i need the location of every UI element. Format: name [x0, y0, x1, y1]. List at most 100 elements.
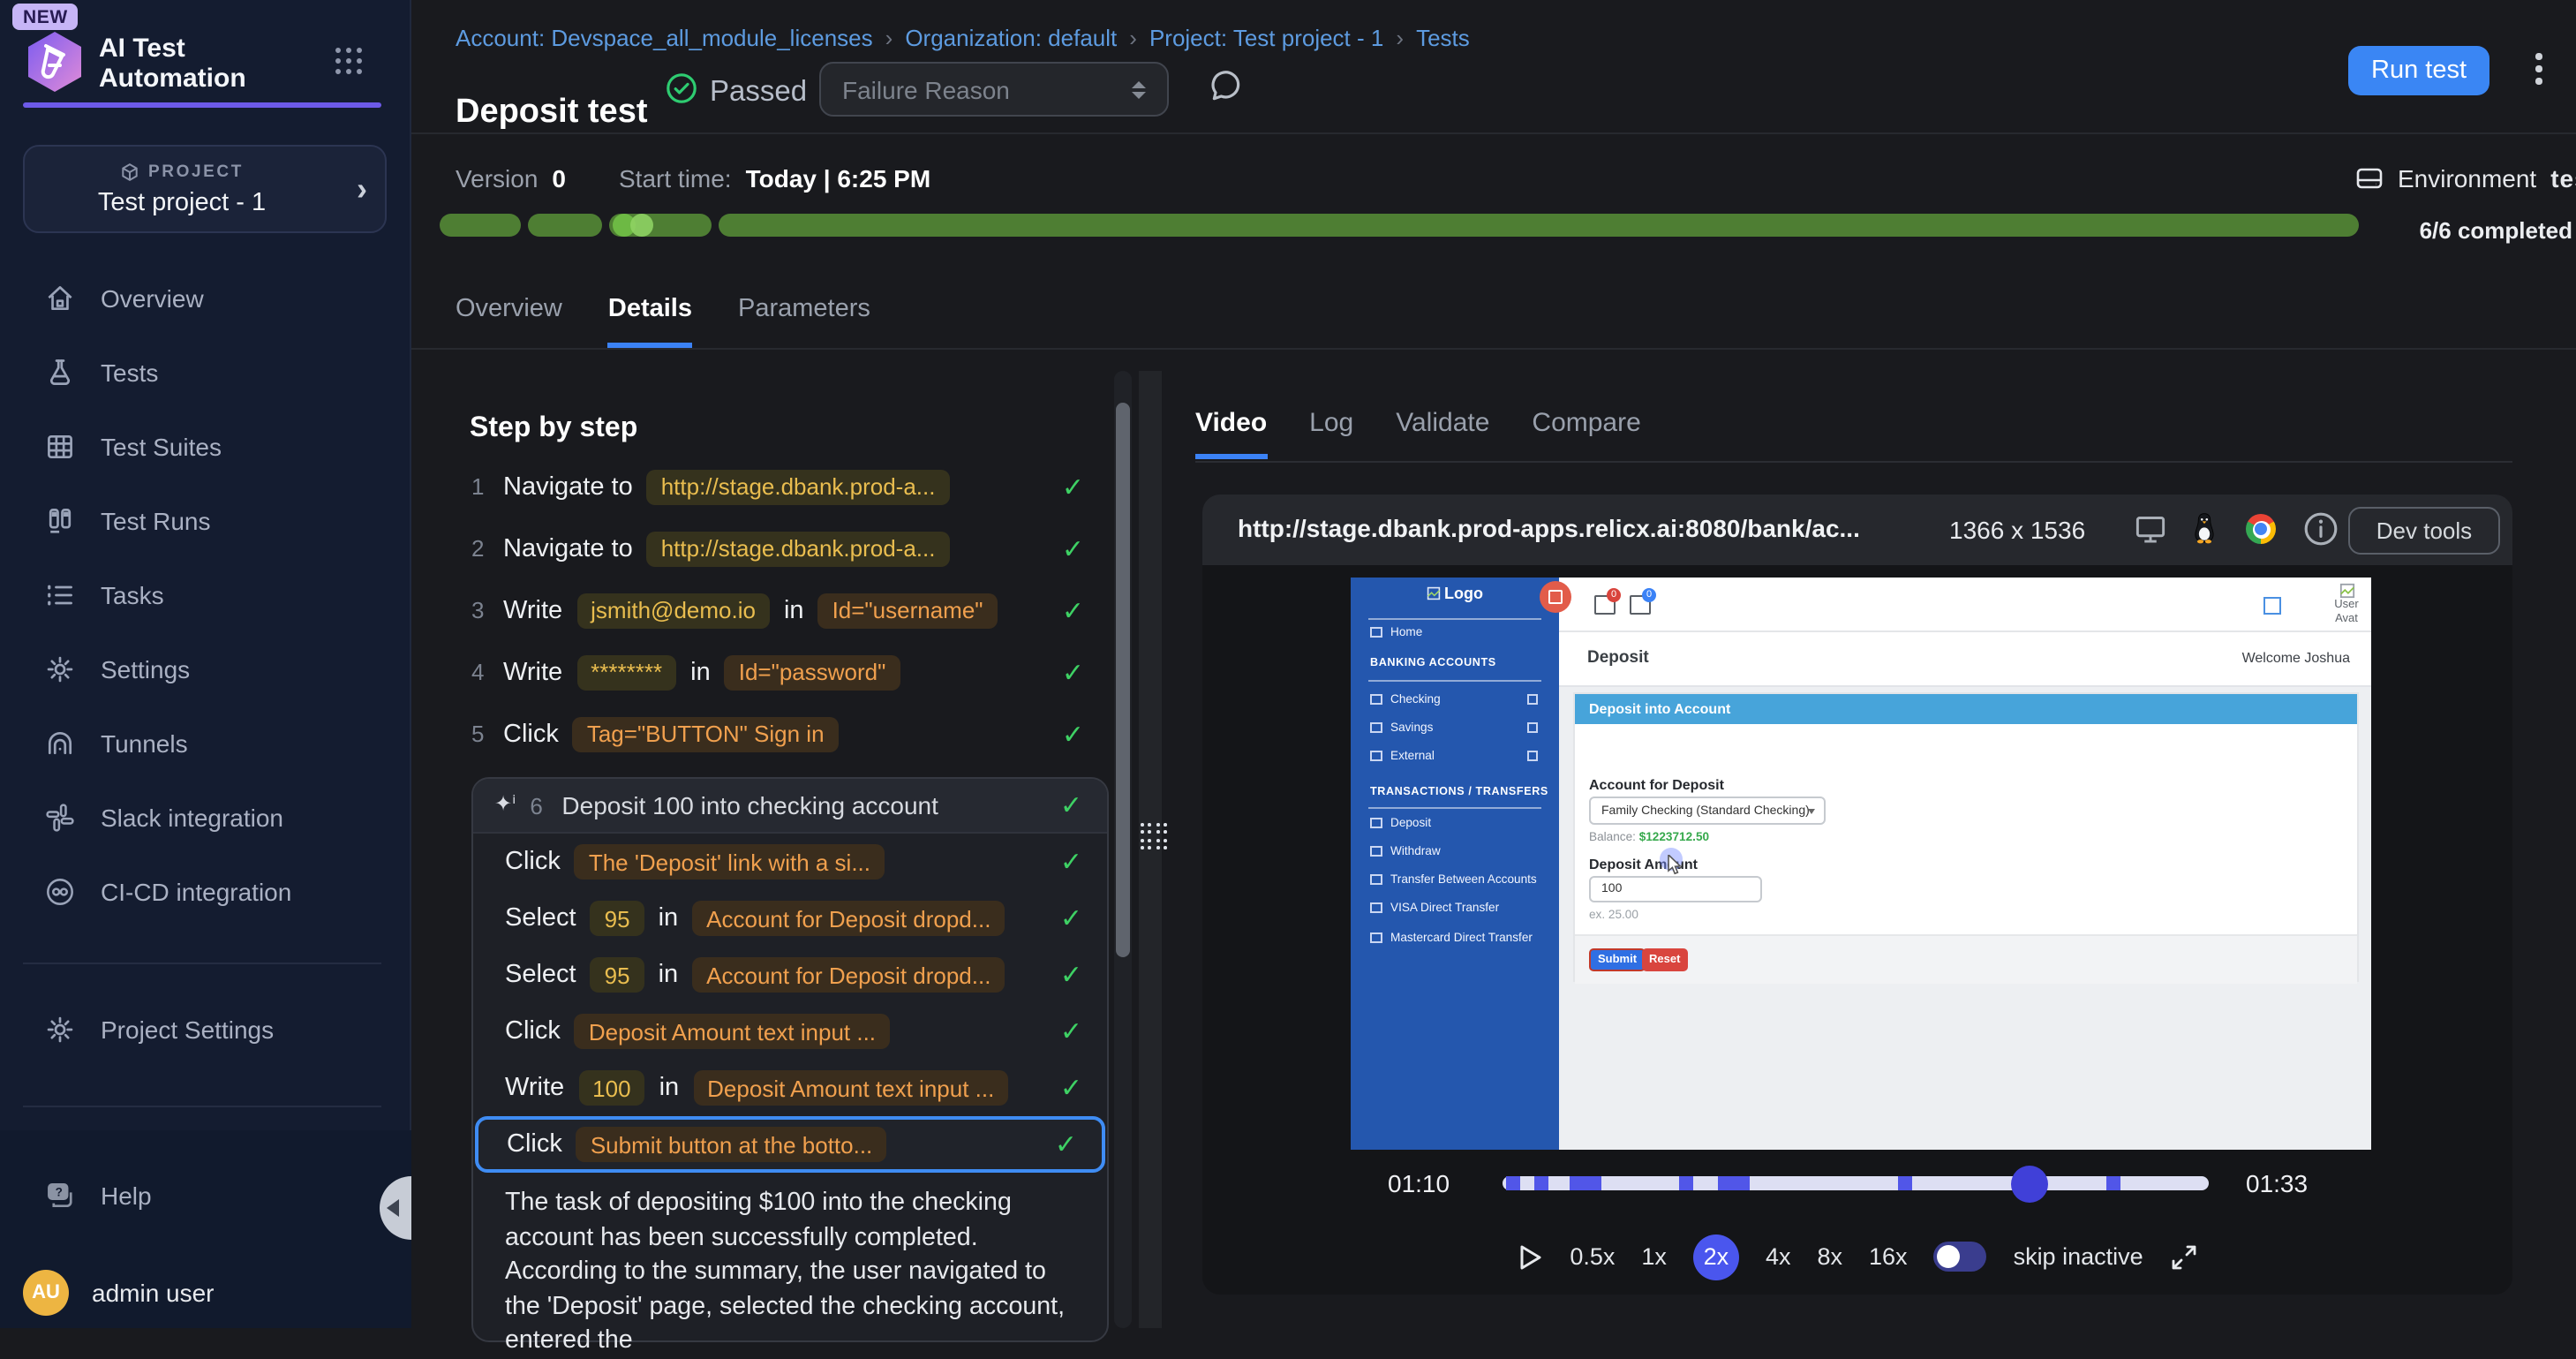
failure-reason-select[interactable]: Failure Reason	[819, 62, 1169, 117]
substep-row[interactable]: Write 100 in Deposit Amount text input .…	[473, 1060, 1107, 1116]
step-value-badge: jsmith@demo.io	[576, 593, 770, 628]
video-timeline-track[interactable]	[1503, 1176, 2209, 1190]
project-selector[interactable]: PROJECT Test project - 1 ›	[23, 145, 387, 233]
sidebar-item-settings[interactable]: Settings	[0, 632, 411, 706]
step-row[interactable]: 5 Click Tag="BUTTON" Sign in ✓	[471, 703, 1109, 765]
dev-tools-button[interactable]: Dev tools	[2348, 506, 2500, 554]
step-row[interactable]: 1 Navigate to http://stage.dbank.prod-a.…	[471, 456, 1109, 517]
timeline-marker	[1534, 1176, 1548, 1190]
reset-button[interactable]: Reset	[1642, 948, 1687, 971]
run-test-button[interactable]: Run test	[2348, 46, 2489, 95]
speed-2x-active[interactable]: 2x	[1693, 1234, 1739, 1280]
tab-overview[interactable]: Overview	[456, 295, 562, 348]
deposit-panel: Deposit into Account Account for Deposit…	[1573, 692, 2359, 982]
bank-nav-mastercard-transfer[interactable]: Mastercard Direct Transfer	[1351, 929, 1559, 947]
info-icon[interactable]	[2302, 510, 2339, 547]
panel-resize-handle[interactable]	[1141, 823, 1167, 849]
deposit-amount-input[interactable]: 100	[1589, 876, 1762, 902]
speed-0.5x[interactable]: 0.5x	[1570, 1243, 1615, 1270]
bank-nav-withdraw[interactable]: Withdraw	[1351, 842, 1559, 860]
chevron-down-icon	[1808, 808, 1815, 813]
step-row[interactable]: 4 Write ******** in Id="password" ✓	[471, 641, 1109, 703]
bank-tab-icon[interactable]: 0	[1630, 595, 1651, 615]
breadcrumb-project[interactable]: Project: Test project - 1	[1149, 25, 1383, 51]
sidebar-item-cicd-integration[interactable]: CI-CD integration	[0, 855, 411, 929]
progress-highlight-dot	[630, 214, 653, 237]
project-label: PROJECT	[148, 162, 244, 182]
user-menu[interactable]: AU admin user	[23, 1270, 215, 1316]
sidebar-item-slack-integration[interactable]: Slack integration	[0, 781, 411, 855]
substep-row[interactable]: Select 95 in Account for Deposit dropd..…	[473, 947, 1107, 1003]
bank-nav-savings[interactable]: Savings	[1351, 719, 1559, 736]
svg-text:?: ?	[56, 1186, 63, 1199]
account-for-deposit-select[interactable]: Family Checking (Standard Checking)	[1589, 797, 1826, 825]
breadcrumb-tests[interactable]: Tests	[1416, 25, 1470, 51]
comment-icon[interactable]	[1208, 67, 1245, 104]
substep-row[interactable]: Click Deposit Amount text input ... ✓	[473, 1003, 1107, 1060]
sidebar-item-label: Tunnels	[101, 729, 188, 758]
submit-button[interactable]: Submit	[1589, 948, 1646, 971]
speed-16x[interactable]: 16x	[1869, 1243, 1908, 1270]
failure-reason-placeholder: Failure Reason	[842, 75, 1010, 103]
sidebar-item-tunnels[interactable]: Tunnels	[0, 706, 411, 781]
sidebar-item-test-runs[interactable]: Test Runs	[0, 484, 411, 558]
breadcrumb-separator: ›	[885, 25, 893, 51]
video-duration: 01:33	[2246, 1169, 2308, 1197]
sidebar-item-test-suites[interactable]: Test Suites	[0, 410, 411, 484]
checkbox-icon	[1370, 874, 1382, 886]
sidebar-item-tasks[interactable]: Tasks	[0, 558, 411, 632]
bank-nav-transfer[interactable]: Transfer Between Accounts	[1351, 871, 1559, 888]
speed-8x[interactable]: 8x	[1817, 1243, 1842, 1270]
bank-nav-checking[interactable]: Checking	[1351, 691, 1559, 708]
step-success-icon: ✓	[1062, 718, 1109, 750]
bank-nav-visa-transfer[interactable]: VISA Direct Transfer	[1351, 899, 1559, 917]
tab-log[interactable]: Log	[1309, 408, 1353, 459]
tab-compare[interactable]: Compare	[1532, 408, 1640, 459]
flask-icon	[44, 357, 76, 389]
play-icon[interactable]	[1517, 1242, 1543, 1271]
bank-nav-home[interactable]: Home	[1351, 623, 1559, 641]
broken-image-icon	[2339, 583, 2354, 599]
speed-1x[interactable]: 1x	[1641, 1243, 1667, 1270]
tab-validate[interactable]: Validate	[1396, 408, 1489, 459]
fullscreen-icon[interactable]	[2170, 1242, 2198, 1271]
sidebar-item-project-settings[interactable]: Project Settings	[0, 993, 411, 1067]
substep-row[interactable]: Click The 'Deposit' link with a si... ✓	[473, 834, 1107, 890]
kebab-menu-icon[interactable]	[2535, 53, 2542, 90]
skip-inactive-toggle[interactable]	[1934, 1242, 1987, 1272]
step-row[interactable]: 3 Write jsmith@demo.io in Id="username" …	[471, 579, 1109, 641]
tab-parameters[interactable]: Parameters	[738, 295, 870, 348]
timeline-playhead[interactable]	[2011, 1165, 2048, 1202]
substep-row[interactable]: Select 95 in Account for Deposit dropd..…	[473, 890, 1107, 947]
step-row[interactable]: 2 Navigate to http://stage.dbank.prod-a.…	[471, 517, 1109, 579]
breadcrumb-account[interactable]: Account: Devspace_all_module_licenses	[456, 25, 873, 51]
sidebar-item-tests[interactable]: Tests	[0, 336, 411, 410]
bank-nav-deposit[interactable]: Deposit	[1351, 814, 1559, 832]
speed-4x[interactable]: 4x	[1766, 1243, 1791, 1270]
step-action: Navigate to	[503, 472, 633, 501]
deposit-amount-value: 100	[1601, 883, 1622, 895]
step-value-badge: http://stage.dbank.prod-a...	[647, 469, 950, 504]
sidebar-item-help[interactable]: ? Help	[0, 1159, 411, 1233]
bank-tab-icon[interactable]: 0	[1594, 595, 1616, 615]
step-group-header[interactable]: ✦ⁱ 6 Deposit 100 into checking account ✓	[473, 779, 1107, 834]
sidebar-divider	[23, 1106, 381, 1107]
apps-grid-icon[interactable]	[335, 48, 364, 76]
badge-count: 0	[1607, 588, 1621, 602]
sidebar-item-overview[interactable]: Overview	[0, 261, 411, 336]
main-tabs: Overview Details Parameters	[456, 295, 870, 348]
sidebar-item-label: Project Settings	[101, 1015, 274, 1044]
step-preposition: in	[659, 961, 679, 989]
tab-video[interactable]: Video	[1195, 408, 1267, 459]
step-number: 2	[471, 535, 489, 562]
substep-row-selected[interactable]: Click Submit button at the botto... ✓	[475, 1116, 1105, 1173]
breadcrumb-separator: ›	[1396, 25, 1404, 51]
step-value-badge: 100	[578, 1070, 644, 1106]
checkbox-icon[interactable]	[2263, 597, 2281, 615]
video-viewport: Logo Home BANKING ACCOUNTS Checking Savi…	[1202, 565, 2512, 1295]
video-controls: 0.5x 1x 2x 4x 8x 16x skip inactive	[1202, 1233, 2512, 1280]
breadcrumb-organization[interactable]: Organization: default	[905, 25, 1117, 51]
bank-nav-external[interactable]: External	[1351, 747, 1559, 765]
steps-scrollbar-thumb[interactable]	[1116, 403, 1130, 957]
tab-details[interactable]: Details	[608, 295, 692, 348]
